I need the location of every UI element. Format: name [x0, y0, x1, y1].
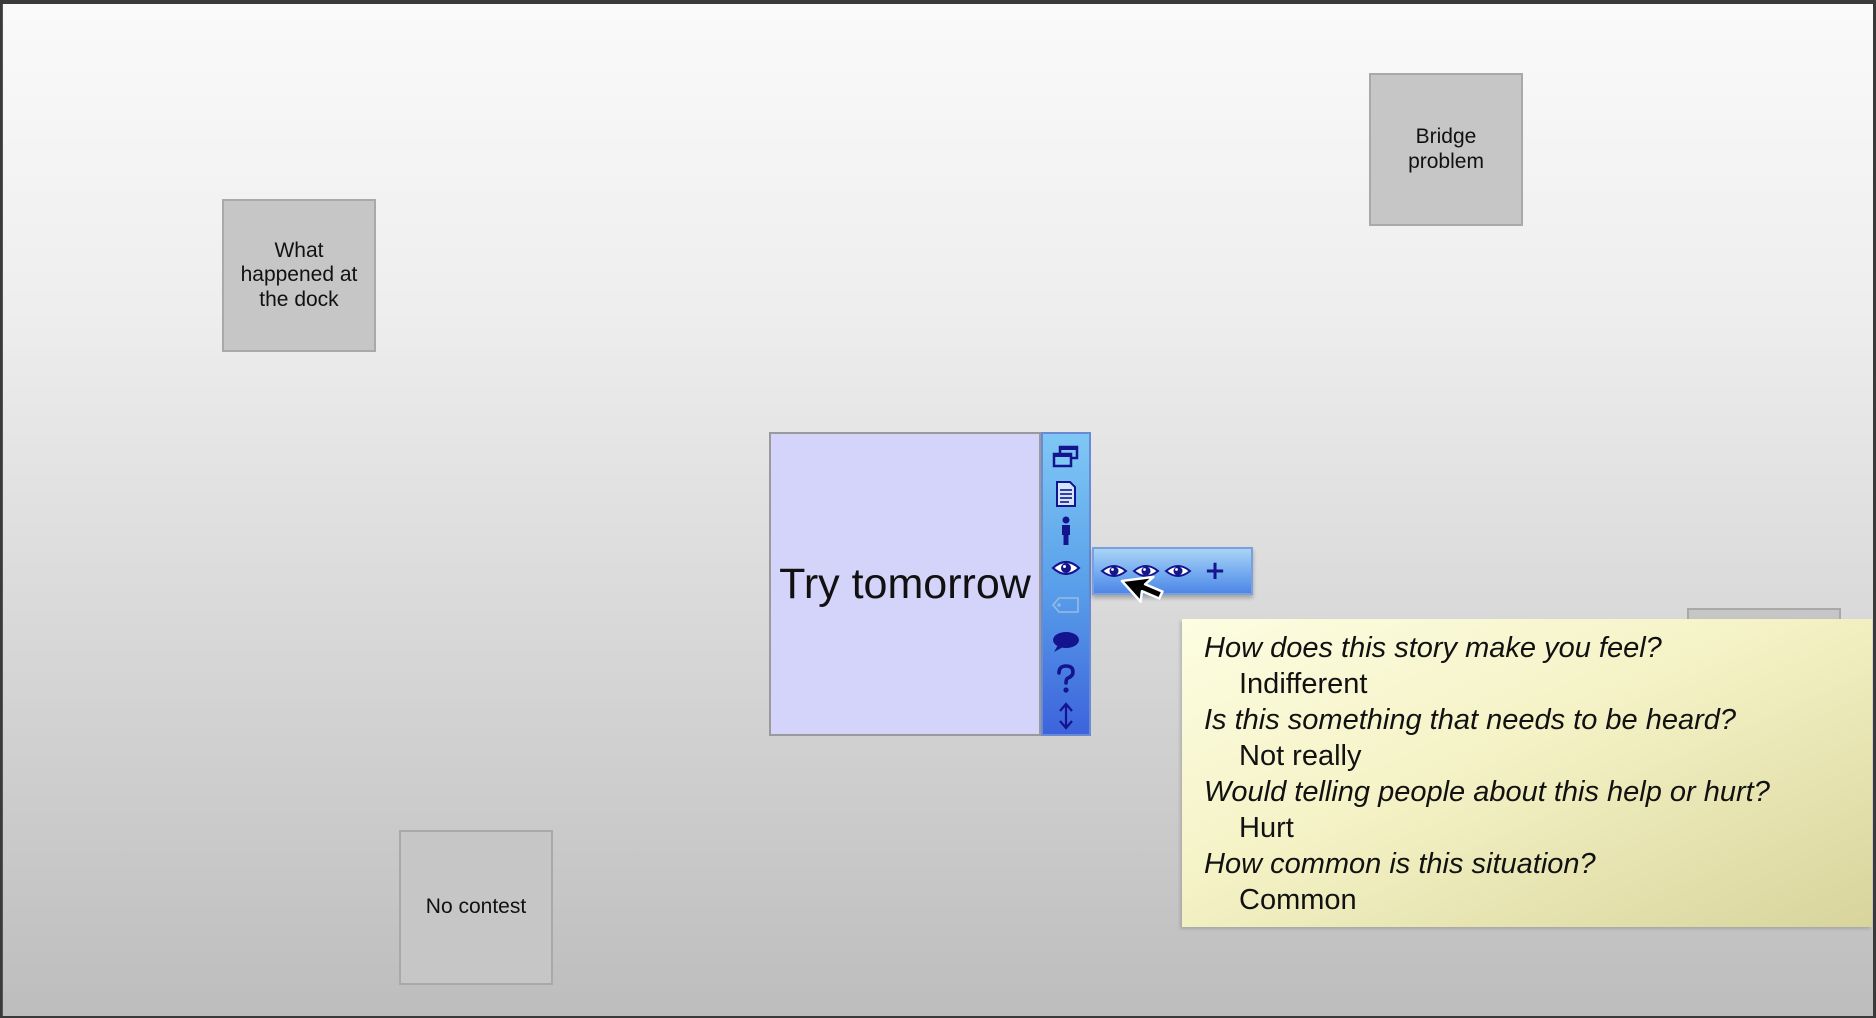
person-icon[interactable] — [1046, 512, 1086, 549]
tooltip-answer: Common — [1239, 884, 1357, 916]
tooltip-question: Is this something that needs to be heard… — [1204, 704, 1737, 736]
story-note-dock[interactable]: What happened at the dock — [222, 199, 376, 352]
note-title: No contest — [425, 895, 527, 919]
eye-icon[interactable] — [1130, 554, 1162, 588]
tooltip-question: Would telling people about this help or … — [1204, 776, 1770, 808]
note-title: Try tomorrow — [779, 559, 1031, 608]
story-note-bridge[interactable]: Bridge problem — [1369, 73, 1523, 226]
eye-icon[interactable] — [1098, 554, 1130, 588]
note-title: What happened at the dock — [240, 239, 358, 311]
resize-vertical-icon[interactable] — [1046, 697, 1086, 734]
story-note-no-contest[interactable]: No contest — [399, 830, 553, 985]
speech-bubble-icon[interactable] — [1046, 623, 1086, 660]
eye-icon[interactable] — [1046, 549, 1086, 586]
eye-icon[interactable] — [1162, 554, 1194, 588]
eye-rating-menu: + — [1092, 547, 1253, 595]
windows-icon[interactable] — [1046, 438, 1086, 475]
add-button[interactable]: + — [1198, 554, 1232, 588]
tooltip-question: How common is this situation? — [1204, 848, 1596, 880]
document-icon[interactable] — [1046, 475, 1086, 512]
question-icon[interactable] — [1046, 660, 1086, 697]
tooltip-answer: Hurt — [1239, 812, 1294, 844]
tooltip-answer: Indifferent — [1239, 668, 1368, 700]
answers-tooltip: How does this story make you feel? Indif… — [1182, 619, 1872, 927]
tag-icon[interactable] — [1046, 586, 1086, 623]
tooltip-answer: Not really — [1239, 740, 1362, 772]
story-canvas[interactable]: What happened at the dock Bridge problem… — [2, 4, 1873, 1016]
note-title: Bridge problem — [1408, 125, 1484, 173]
tooltip-question: How does this story make you feel? — [1204, 632, 1662, 664]
note-toolbar — [1041, 432, 1091, 736]
story-note-selected[interactable]: Try tomorrow — [769, 432, 1041, 736]
